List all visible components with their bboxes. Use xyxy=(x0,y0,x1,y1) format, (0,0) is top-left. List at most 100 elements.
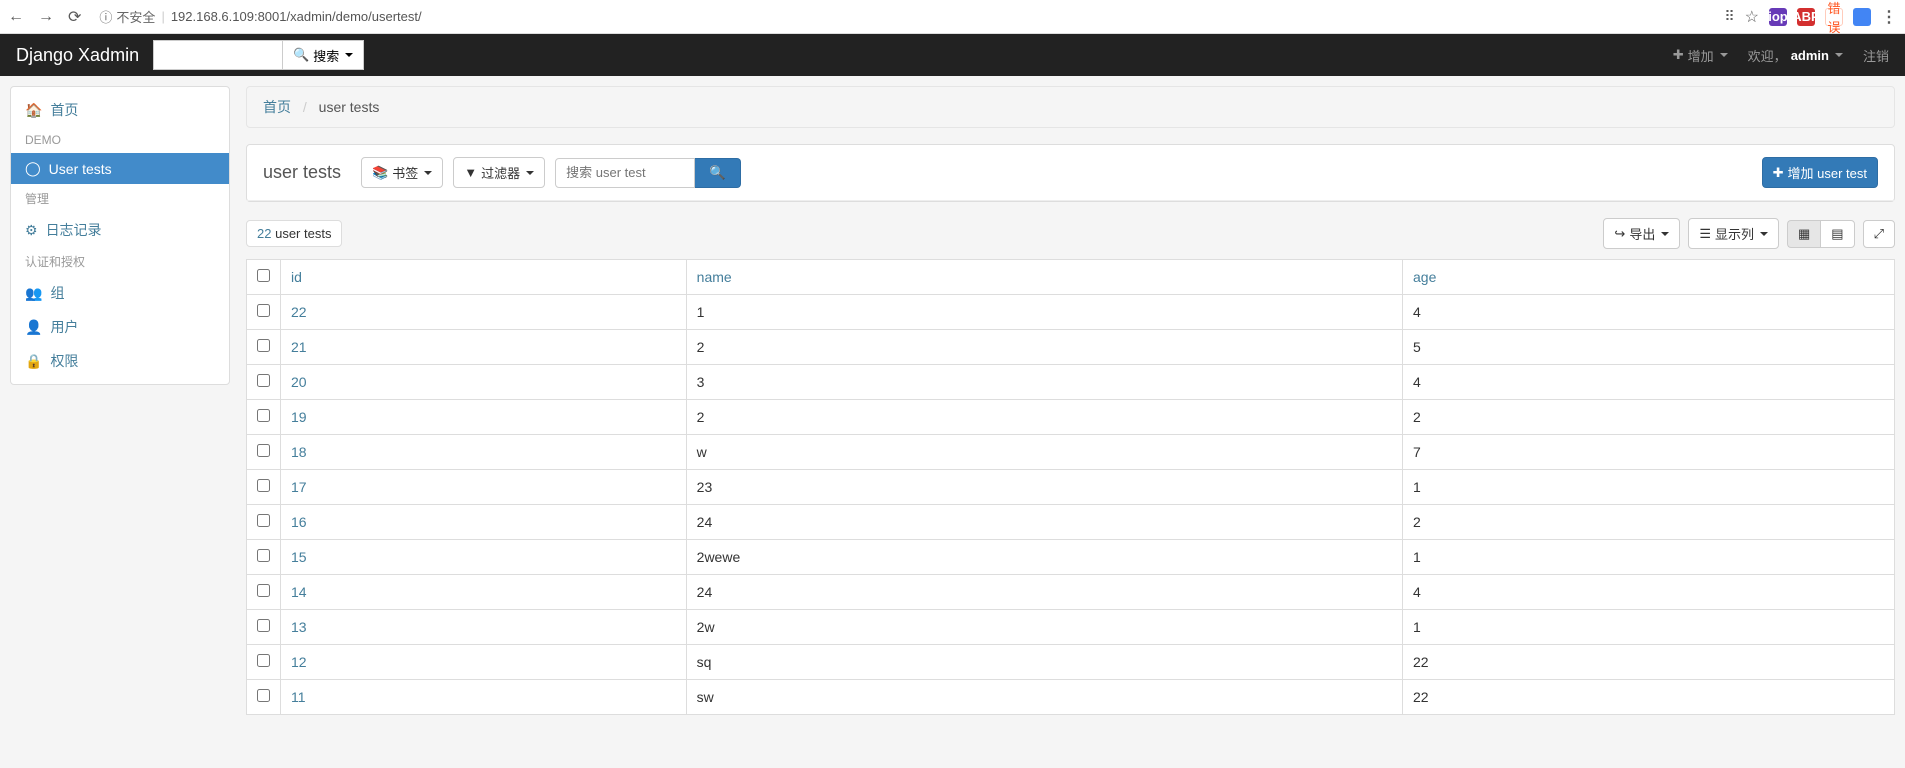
row-checkbox[interactable] xyxy=(257,654,270,667)
row-age: 2 xyxy=(1403,400,1895,435)
menu-dots-icon[interactable]: ⋮ xyxy=(1881,7,1897,27)
count-badge: 22 user tests xyxy=(246,220,342,247)
star-icon[interactable]: ☆ xyxy=(1745,7,1759,27)
row-id-link[interactable]: 22 xyxy=(291,304,307,320)
row-id-link[interactable]: 11 xyxy=(291,689,306,705)
search-icon: 🔍 xyxy=(293,47,309,63)
sidebar-home[interactable]: 🏠首页 xyxy=(11,93,229,127)
table-row: 2214 xyxy=(247,295,1895,330)
table-row: 11sw22 xyxy=(247,680,1895,715)
col-header-id[interactable]: id xyxy=(281,260,687,295)
ext-error-icon[interactable]: 错误 xyxy=(1825,8,1843,26)
breadcrumb-home[interactable]: 首页 xyxy=(263,99,291,115)
add-user-test-button[interactable]: ✚ 增加 user test xyxy=(1762,157,1878,188)
panel-head: user tests 📚书签 ▼过滤器 🔍 ✚ 增加 user test xyxy=(247,145,1894,201)
row-id-link[interactable]: 14 xyxy=(291,584,307,600)
book-icon: 📚 xyxy=(372,165,388,181)
row-name: w xyxy=(686,435,1402,470)
row-id-link[interactable]: 21 xyxy=(291,339,307,355)
row-checkbox[interactable] xyxy=(257,374,270,387)
row-checkbox[interactable] xyxy=(257,514,270,527)
reload-icon[interactable]: ⟳ xyxy=(68,7,81,27)
fullscreen-button[interactable]: ⤢ xyxy=(1863,220,1895,248)
forward-icon[interactable]: → xyxy=(38,8,54,26)
search-icon: 🔍 xyxy=(709,165,726,180)
row-age: 4 xyxy=(1403,575,1895,610)
col-header-name[interactable]: name xyxy=(686,260,1402,295)
row-id-link[interactable]: 16 xyxy=(291,514,307,530)
back-icon[interactable]: ← xyxy=(8,8,24,26)
row-id-link[interactable]: 12 xyxy=(291,654,307,670)
grid-icon: ▤ xyxy=(1831,226,1843,242)
sidebar: 🏠首页 DEMO ◯User tests 管理 ⚙日志记录 认证和授权 👥组 👤… xyxy=(10,86,230,385)
global-search-button[interactable]: 🔍 搜索 xyxy=(283,40,364,70)
select-all-checkbox[interactable] xyxy=(257,269,270,282)
profile-avatar-icon[interactable] xyxy=(1853,8,1871,26)
insecure-badge: ⓘ 不安全 xyxy=(99,7,155,26)
table-row: 15 2wewe1 xyxy=(247,540,1895,575)
sidebar-user-tests[interactable]: ◯User tests xyxy=(11,153,229,184)
table-row: 2125 xyxy=(247,330,1895,365)
row-id-link[interactable]: 13 xyxy=(291,619,307,635)
row-checkbox[interactable] xyxy=(257,444,270,457)
row-id-link[interactable]: 17 xyxy=(291,479,307,495)
group-icon: 👥 xyxy=(25,285,42,302)
ext-icon-1[interactable]: iop xyxy=(1769,8,1787,26)
row-id-link[interactable]: 19 xyxy=(291,409,307,425)
sidebar-header-demo: DEMO xyxy=(11,127,229,153)
columns-button[interactable]: ☰ 显示列 xyxy=(1688,218,1779,249)
plus-icon: ✚ xyxy=(1673,47,1684,63)
row-id-link[interactable]: 20 xyxy=(291,374,307,390)
row-checkbox[interactable] xyxy=(257,584,270,597)
url-bar[interactable]: ⓘ 不安全 | 192.168.6.109:8001/xadmin/demo/u… xyxy=(91,7,1714,26)
row-age: 22 xyxy=(1403,645,1895,680)
sidebar-perms[interactable]: 🔒权限 xyxy=(11,344,229,378)
row-checkbox[interactable] xyxy=(257,479,270,492)
breadcrumb: 首页 / user tests xyxy=(246,86,1895,128)
row-age: 1 xyxy=(1403,540,1895,575)
export-button[interactable]: ↪ 导出 xyxy=(1603,218,1680,249)
bookmark-button[interactable]: 📚书签 xyxy=(361,157,443,188)
row-age: 4 xyxy=(1403,365,1895,400)
global-search-input[interactable] xyxy=(153,40,283,70)
table-row: 18w7 xyxy=(247,435,1895,470)
row-name: 24 xyxy=(686,505,1402,540)
home-icon: 🏠 xyxy=(25,102,42,119)
plus-icon: ✚ xyxy=(1773,165,1784,181)
add-menu[interactable]: ✚ 增加 xyxy=(1673,46,1728,65)
main: 首页 / user tests user tests 📚书签 ▼过滤器 🔍 ✚ … xyxy=(246,86,1895,715)
table-search-button[interactable]: 🔍 xyxy=(695,158,741,188)
user-menu[interactable]: 欢迎，admin xyxy=(1748,46,1843,65)
sidebar-users[interactable]: 👤用户 xyxy=(11,310,229,344)
toolbar: 22 user tests ↪ 导出 ☰ 显示列 ▦ ▤ ⤢ xyxy=(246,218,1895,249)
row-name: 2wewe xyxy=(686,540,1402,575)
row-age: 4 xyxy=(1403,295,1895,330)
row-checkbox[interactable] xyxy=(257,549,270,562)
view-grid-button[interactable]: ▤ xyxy=(1820,220,1854,248)
row-name: sw xyxy=(686,680,1402,715)
sidebar-header-admin: 管理 xyxy=(11,184,229,213)
brand[interactable]: Django Xadmin xyxy=(16,45,139,66)
row-checkbox[interactable] xyxy=(257,409,270,422)
row-checkbox[interactable] xyxy=(257,339,270,352)
gear-icon: ⚙ xyxy=(25,222,38,239)
row-checkbox[interactable] xyxy=(257,689,270,702)
filter-button[interactable]: ▼过滤器 xyxy=(453,157,545,188)
table-search-input[interactable] xyxy=(555,158,695,188)
col-header-age[interactable]: age xyxy=(1403,260,1895,295)
row-id-link[interactable]: 18 xyxy=(291,444,307,460)
sidebar-groups[interactable]: 👥组 xyxy=(11,276,229,310)
sidebar-header-auth: 认证和授权 xyxy=(11,247,229,276)
ext-abp-icon[interactable]: ABP xyxy=(1797,8,1815,26)
table-row: 2034 xyxy=(247,365,1895,400)
logout-link[interactable]: 注销 xyxy=(1863,46,1889,65)
row-id-link[interactable]: 15 xyxy=(291,549,307,565)
translate-icon[interactable]: ⠿ xyxy=(1724,8,1734,25)
view-table-button[interactable]: ▦ xyxy=(1787,220,1820,248)
row-checkbox[interactable] xyxy=(257,304,270,317)
sidebar-logs[interactable]: ⚙日志记录 xyxy=(11,213,229,247)
row-checkbox[interactable] xyxy=(257,619,270,632)
breadcrumb-sep: / xyxy=(295,99,315,115)
table-row: 17231 xyxy=(247,470,1895,505)
list-icon: ☰ xyxy=(1699,226,1711,242)
